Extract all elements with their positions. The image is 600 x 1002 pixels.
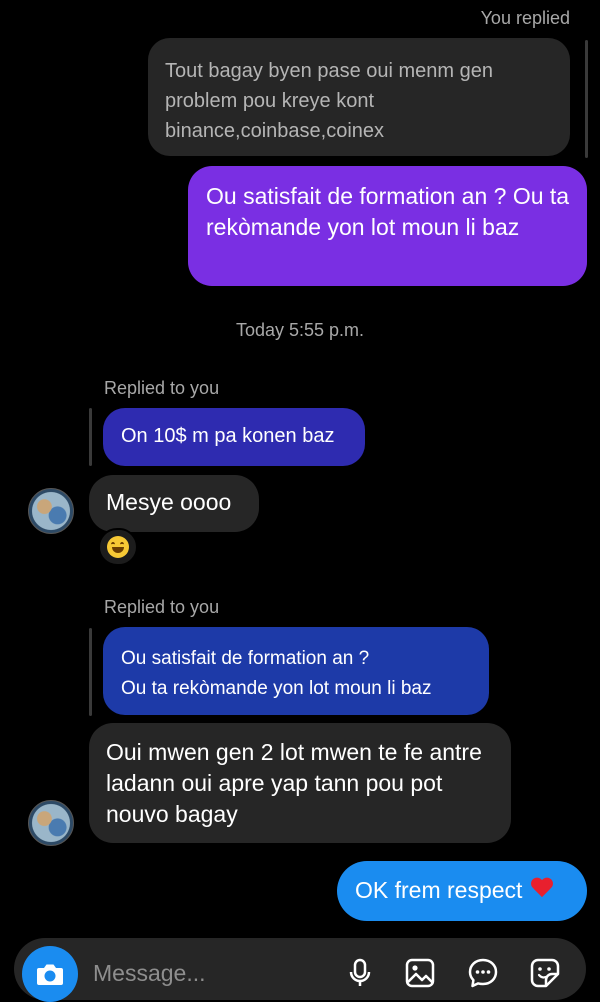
chat-bubble-icon[interactable] (467, 957, 499, 989)
quoted-message[interactable]: On 10$ m pa konen baz (103, 408, 365, 466)
camera-button[interactable] (22, 946, 78, 1002)
message-input[interactable] (93, 960, 313, 987)
camera-icon (37, 964, 63, 985)
quoted-message-line: Ou ta rekòmande yon lot moun li baz (121, 678, 432, 699)
avatar[interactable] (28, 488, 74, 534)
gallery-icon[interactable] (404, 957, 436, 989)
outgoing-message-bubble[interactable]: OK frem respect (337, 861, 587, 921)
sticker-icon[interactable] (529, 957, 561, 989)
reply-indicator-line (585, 40, 588, 158)
replied-to-you-label: Replied to you (104, 597, 220, 617)
grinning-sweat-emoji-icon (107, 536, 129, 558)
avatar[interactable] (28, 800, 74, 846)
red-heart-icon (530, 878, 554, 900)
quoted-message[interactable]: Ou satisfait de formation an ? Ou ta rek… (103, 627, 489, 715)
quoted-message-line: Ou satisfait de formation an ? (121, 648, 370, 669)
timestamp: Today 5:55 p.m. (235, 320, 365, 340)
quoted-reply-outgoing[interactable]: Tout bagay byen pase oui menm gen proble… (148, 38, 570, 156)
replied-to-you-label: Replied to you (104, 378, 220, 398)
reply-indicator-line (89, 408, 92, 466)
message-reaction[interactable] (98, 528, 138, 566)
incoming-message-bubble[interactable]: Oui mwen gen 2 lot mwen te fe antre lada… (89, 723, 511, 843)
outgoing-message-bubble[interactable]: Ou satisfait de formation an ? Ou ta rek… (188, 166, 587, 286)
you-replied-label: You replied (480, 8, 570, 28)
message-text: OK frem respect (355, 877, 523, 903)
reply-indicator-line (89, 628, 92, 716)
microphone-icon[interactable] (344, 957, 376, 989)
incoming-message-bubble[interactable]: Mesye oooo (89, 475, 259, 532)
